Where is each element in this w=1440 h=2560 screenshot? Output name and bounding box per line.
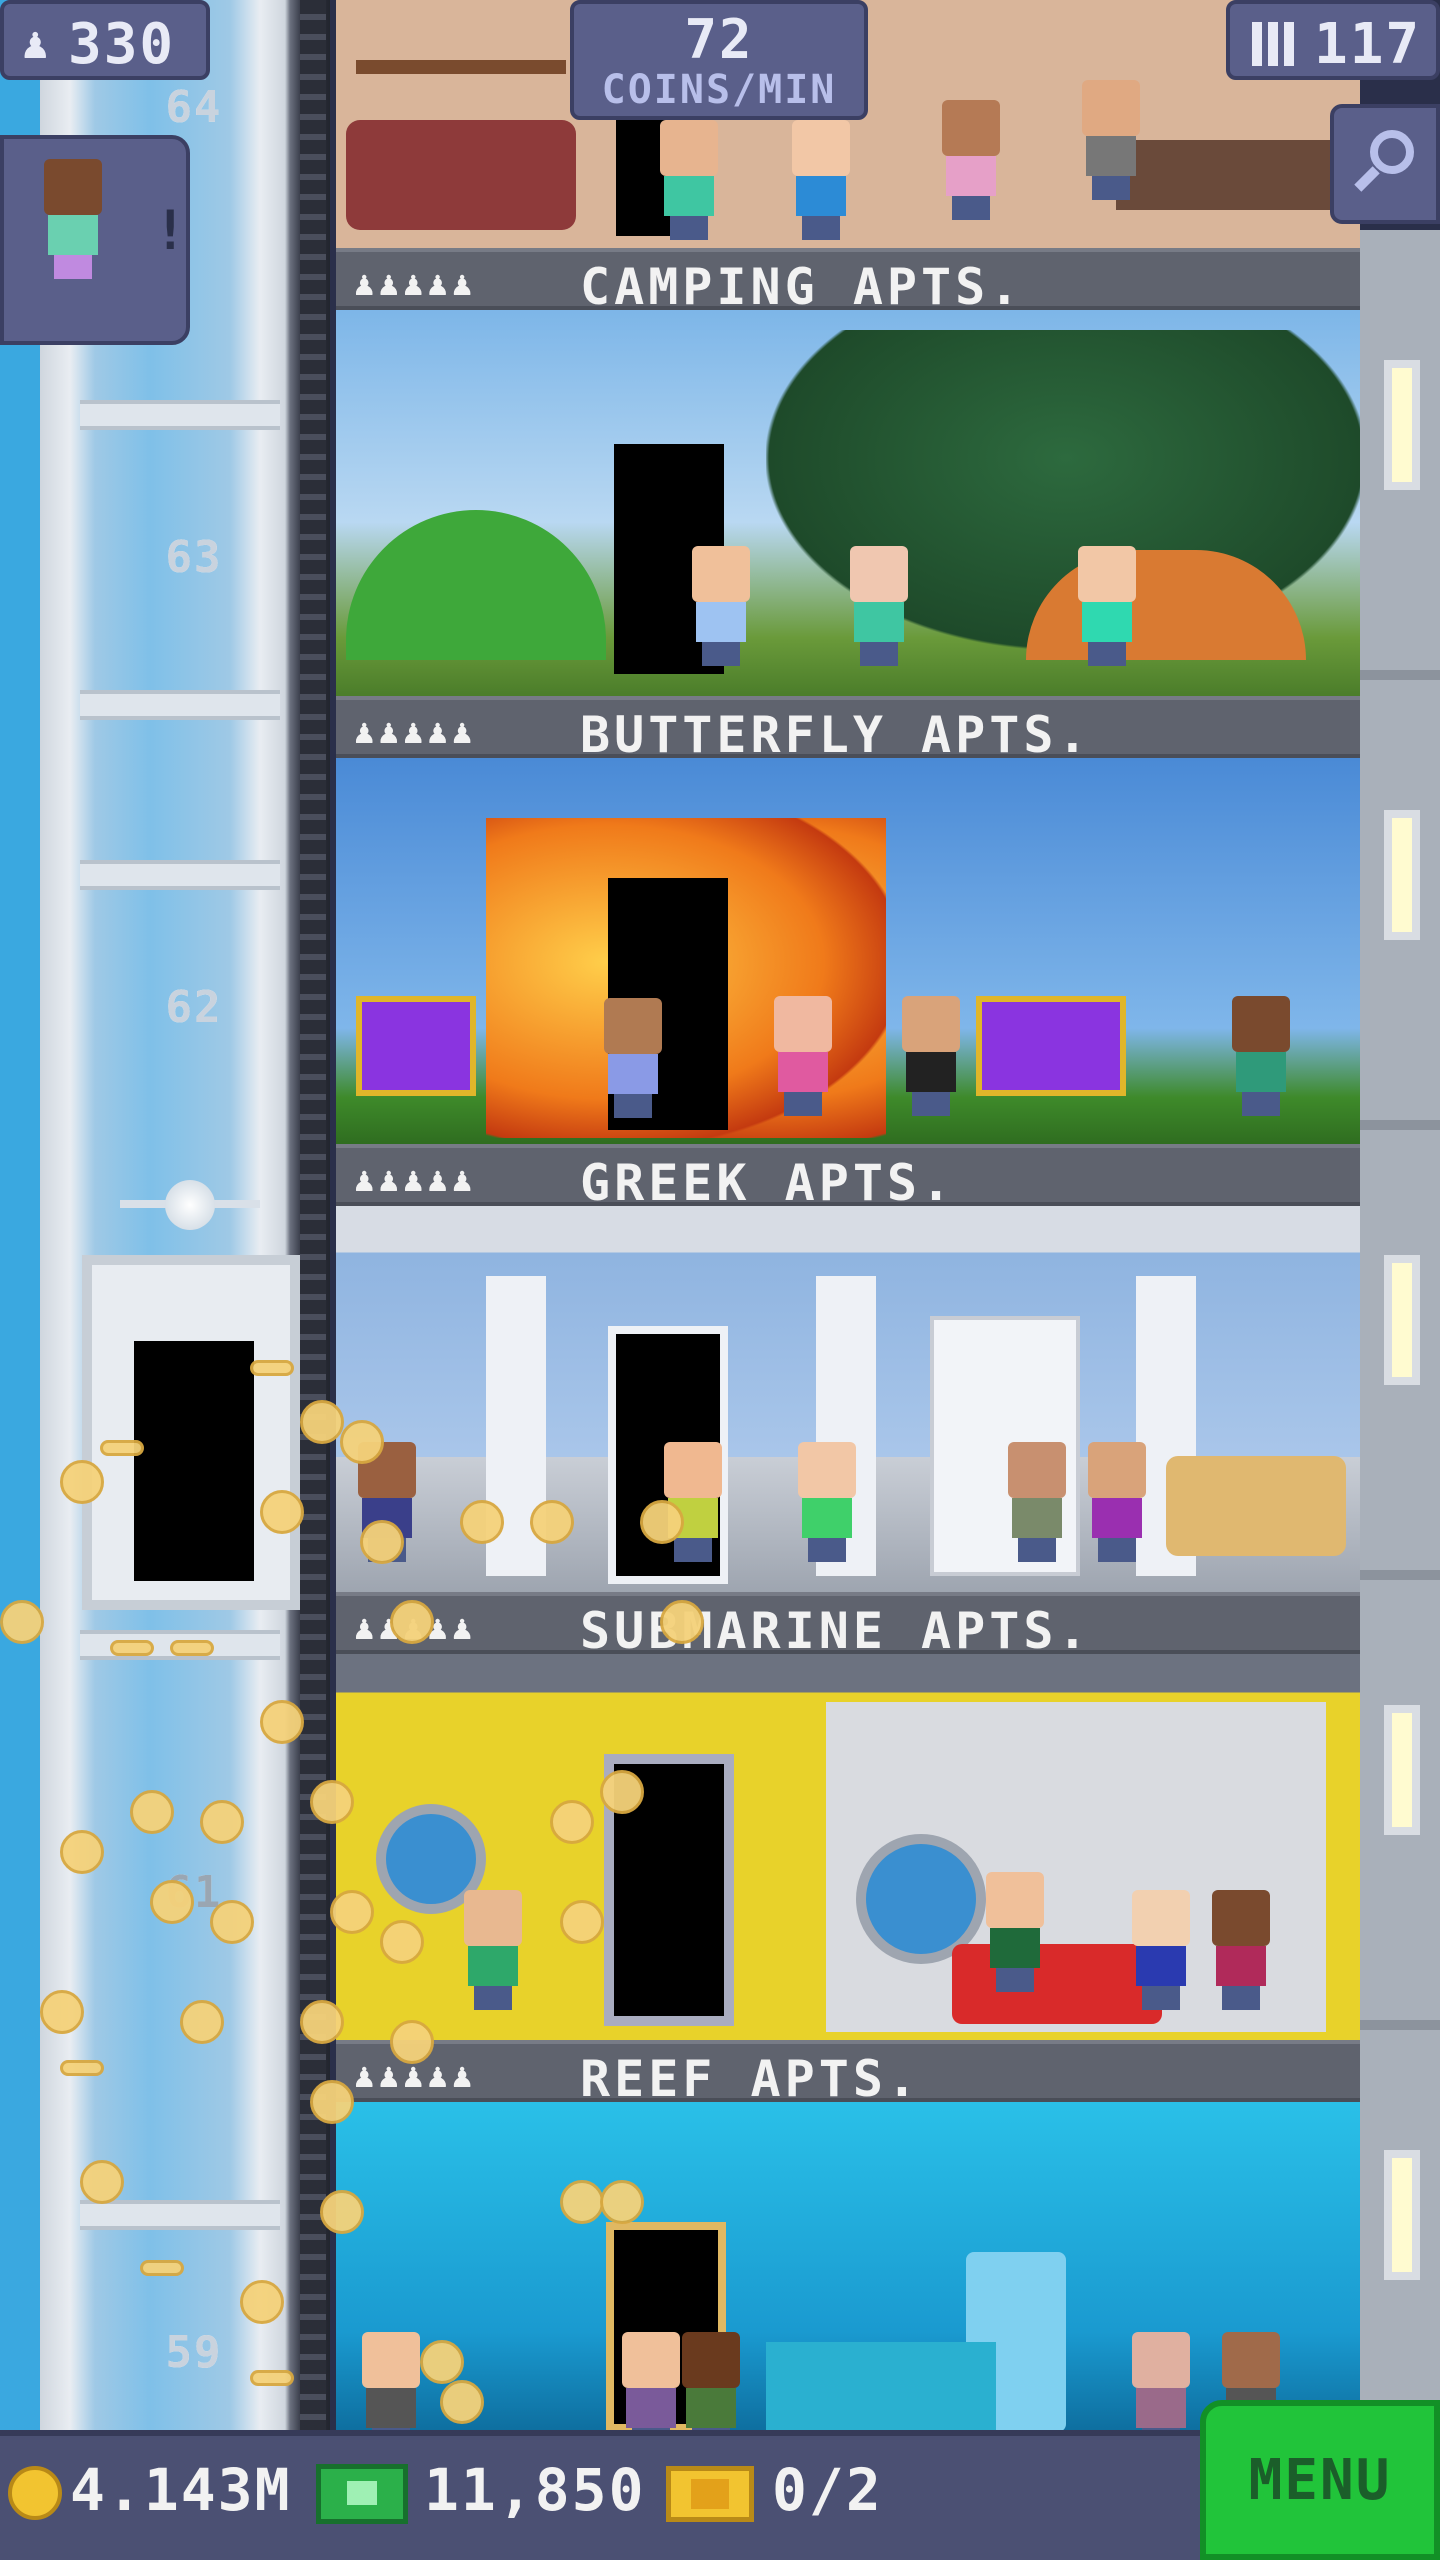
shaft-band [80,690,280,720]
floor-name: REEF APTS. [580,2050,922,2108]
pillar-lamp [1384,1705,1420,1835]
floor-room-reef[interactable] [336,2102,1360,2430]
floor-number: 62 [165,981,223,1033]
resident[interactable] [792,1442,862,1562]
resident[interactable] [936,100,1006,220]
resident[interactable] [1076,80,1146,200]
chaise-lounge [1166,1456,1346,1556]
floor-name: SUBMARINE APTS. [580,1602,1092,1660]
purple-chair [356,996,476,1096]
resident[interactable] [768,996,838,1116]
elevator-light [120,1170,260,1250]
resident[interactable] [844,546,914,666]
resident[interactable] [1082,1442,1152,1562]
elevator-car[interactable] [82,1255,300,1610]
resident[interactable] [896,996,966,1116]
resident[interactable] [1126,2332,1196,2430]
occupancy-indicator: ♟♟♟♟♟ [354,1160,477,1200]
ticket-icon[interactable] [666,2466,754,2522]
purple-chair [976,996,1126,1096]
green-tent [346,510,606,660]
elevator-door [134,1341,254,1581]
floor-label[interactable]: ♟♟♟♟♟ GREEK APTS. [336,1144,1360,1212]
floor-room-submarine[interactable] [336,1654,1360,2040]
floor-label[interactable]: ♟♟♟♟♟ BUTTERFLY APTS. [336,696,1360,764]
floor-name: BUTTERFLY APTS. [580,706,1092,764]
floor-label[interactable]: ♟♟♟♟♟ REEF APTS. [336,2040,1360,2108]
floor-label[interactable]: ♟♟♟♟♟ SUBMARINE APTS. [336,1592,1360,1660]
population-value: 330 [68,12,176,77]
resident[interactable] [1002,1442,1072,1562]
floor-room-camping[interactable] [336,310,1360,696]
resident[interactable] [1126,1890,1196,2010]
bux-value: 11,850 [424,2456,646,2524]
coins-value: 4.143M [70,2456,292,2524]
resident[interactable] [356,2332,426,2430]
menu-label: MENU [1248,2447,1392,2513]
occupancy-indicator: ♟♟♟♟♟ [354,264,477,304]
resident[interactable] [598,998,668,1118]
magnifier-icon [1370,130,1414,174]
shaft-band [80,400,280,430]
search-button[interactable] [1330,104,1440,224]
elevator-shaft[interactable]: 64 63 62 61 60 59 [0,0,330,2430]
floor-label[interactable]: ♟♟♟♟♟ CAMPING APTS. [336,248,1360,316]
floor-counter[interactable]: 117 [1226,0,1440,80]
coins-per-min-label: COINS/MIN [601,67,837,113]
pillar-lamp [1384,2150,1420,2280]
visitor-notification[interactable]: ! [0,135,190,345]
floor-count-value: 117 [1314,12,1422,77]
resident[interactable] [654,120,724,240]
floor-number: 64 [165,81,223,133]
resident[interactable] [1206,1890,1276,2010]
floor-name: GREEK APTS. [580,1154,956,1212]
floor-name: CAMPING APTS. [580,258,1024,316]
resident[interactable] [1226,996,1296,1116]
resident[interactable] [980,1872,1050,1992]
tickets-value: 0/2 [772,2456,883,2524]
pillar-lamp [1384,810,1420,940]
person-icon: ♟ [22,18,51,69]
floor-room-butterfly[interactable] [336,758,1360,1144]
shelf [356,60,566,74]
pillar-lamp [1384,360,1420,490]
coins-per-min-value: 72 [684,8,754,71]
resident[interactable] [686,546,756,666]
building-icon [1252,22,1296,66]
resident[interactable] [676,2332,746,2430]
occupancy-indicator: ♟♟♟♟♟ [354,712,477,752]
population-counter[interactable]: ♟ 330 [0,0,210,80]
alert-icon: ! [154,199,189,262]
resident[interactable] [458,1890,528,2010]
shaft-rail [300,0,326,2430]
shaft-band [80,860,280,890]
floor-number: 59 [165,2326,223,2378]
pillar-lamp [1384,1255,1420,1385]
floor-number: 63 [165,531,223,583]
kitchen-counter [766,2342,996,2430]
tower-right-pillar [1360,230,1440,2430]
coins-per-min-panel: 72 COINS/MIN [570,0,868,120]
resident[interactable] [1072,546,1142,666]
resident[interactable] [786,120,856,240]
bux-icon[interactable] [316,2464,408,2524]
visitor-avatar [38,159,108,279]
sofa [346,120,576,230]
coin-icon [8,2466,62,2520]
menu-button[interactable]: MENU [1200,2400,1440,2560]
dresser [1116,140,1336,210]
